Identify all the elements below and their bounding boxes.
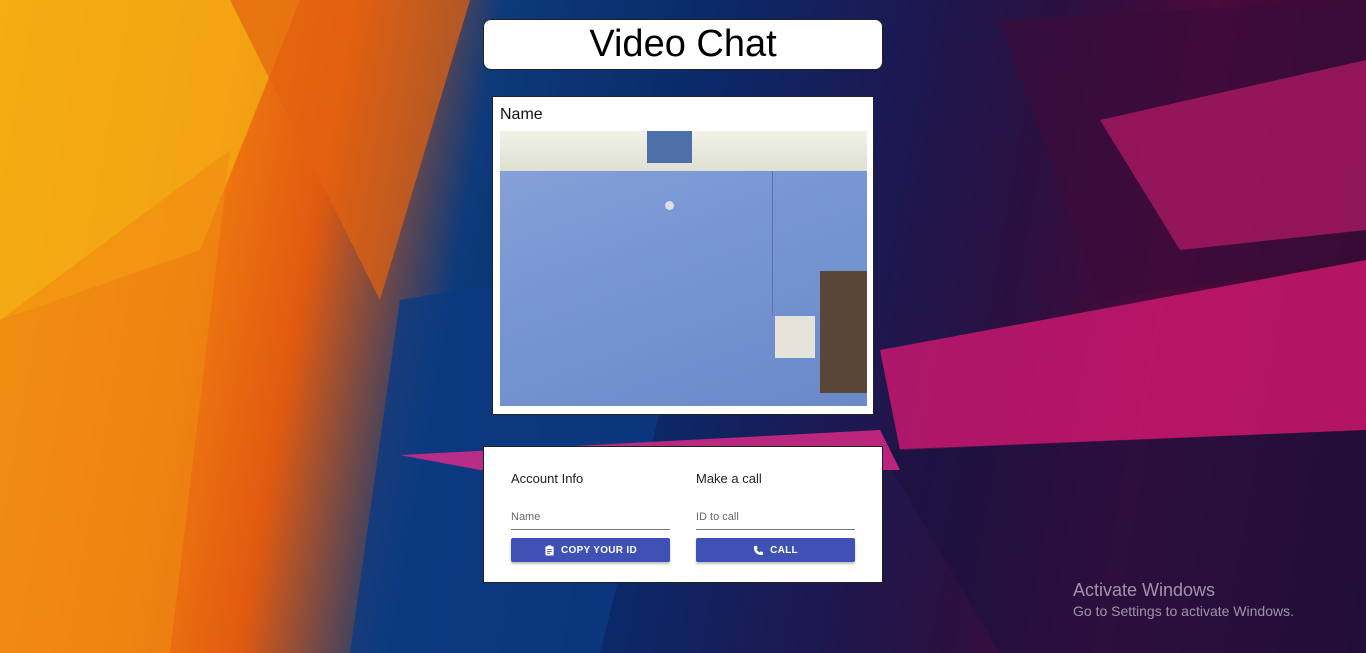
video-name-label: Name xyxy=(500,106,543,123)
video-wire xyxy=(772,171,773,316)
watermark-subtitle: Go to Settings to activate Windows. xyxy=(1073,603,1294,619)
call-button[interactable]: CALL xyxy=(696,538,855,562)
local-video-card: Name xyxy=(492,96,874,415)
call-label: CALL xyxy=(770,544,798,556)
clipboard-icon xyxy=(544,544,555,556)
video-pillar xyxy=(647,131,692,163)
copy-id-label: COPY YOUR ID xyxy=(560,544,638,556)
video-door xyxy=(820,271,867,393)
watermark-title: Activate Windows xyxy=(1073,580,1216,600)
copy-id-button[interactable]: COPY YOUR ID xyxy=(511,538,670,562)
controls-card: Account Info COPY YOUR ID Make a call CA… xyxy=(483,446,883,583)
phone-icon xyxy=(753,545,764,556)
id-to-call-input[interactable] xyxy=(696,505,855,530)
name-input[interactable] xyxy=(511,505,670,530)
make-call-title: Make a call xyxy=(696,471,762,486)
windows-activation-watermark: Activate Windows Go to Settings to activ… xyxy=(1073,580,1294,619)
page-title: Video Chat xyxy=(483,19,883,70)
video-light-fixture xyxy=(665,201,674,210)
account-info-title: Account Info xyxy=(511,471,584,486)
local-video-feed xyxy=(500,131,867,406)
video-light-switch xyxy=(775,316,815,358)
